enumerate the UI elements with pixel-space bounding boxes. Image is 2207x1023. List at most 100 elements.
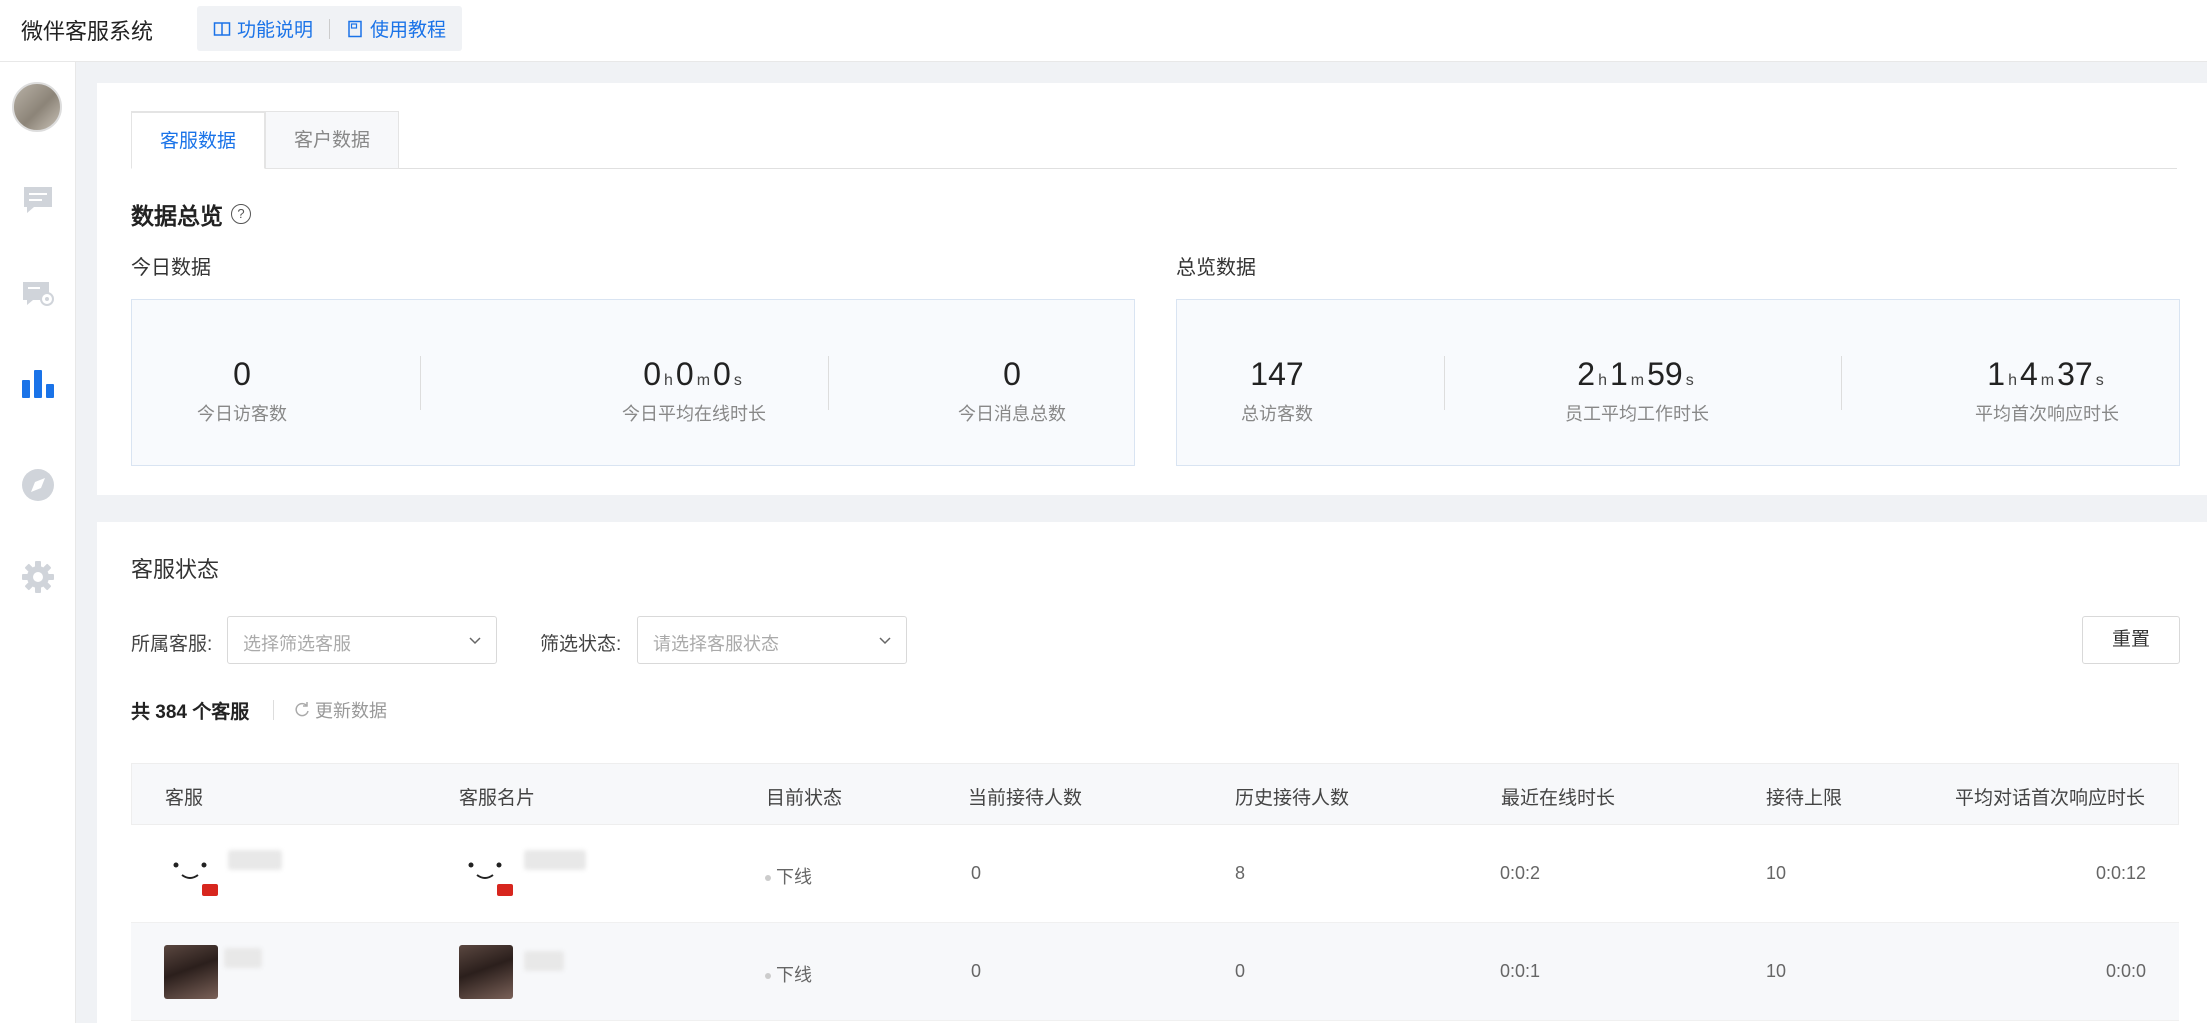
avg-work-time-stat: 2 h1 m59 s 员工平均工作时长 [1487,300,1787,467]
flag-icon [202,884,218,896]
reception-limit: 10 [1766,863,1787,883]
history-count: 0 [1235,961,1246,981]
total-visitors-label: 总访客数 [1241,404,1313,424]
feature-guide-link[interactable]: 功能说明 [213,15,313,42]
chevron-down-icon [879,637,891,645]
agent-filter-label: 所属客服: [131,634,213,655]
table-row[interactable]: 下线 0 0 0:0:1 10 0:0:0 [131,923,2179,1021]
column-header: 历史接待人数 [1235,788,1350,809]
refresh-icon [295,702,309,717]
current-count: 0 [971,863,982,883]
compass-icon[interactable] [20,467,56,503]
flag-icon [497,884,513,896]
agent-status-card: 客服状态 所属客服: 选择筛选客服 筛选状态: 请选择客服状态 重置 共 384… [97,522,2207,1023]
agent-status-title: 客服状态 [131,557,220,582]
column-header: 目前状态 [766,788,843,809]
card-avatar [459,945,513,999]
agent-filter-select[interactable]: 选择筛选客服 [227,616,497,664]
column-header: 当前接待人数 [968,788,1083,809]
refresh-button[interactable]: 更新数据 [293,697,387,723]
today-avg-online-label: 今日平均在线时长 [622,404,766,424]
sidebar [0,62,76,1023]
today-data-label: 今日数据 [131,257,211,279]
divider [420,356,421,410]
agent-count: 共 384 个客服 [131,702,250,723]
table-header: 客服 客服名片 目前状态 当前接待人数 历史接待人数 最近在线时长 接待上限 平… [131,763,2179,825]
reception-limit: 10 [1766,961,1787,981]
divider [828,356,829,410]
chat-icon[interactable] [20,182,56,218]
divider [273,700,274,720]
refresh-label: 更新数据 [315,701,387,721]
divider [329,18,331,39]
agent-status: 下线 [765,863,812,889]
table-row[interactable]: 下线 0 8 0:0:2 10 0:0:12 [131,825,2179,923]
status-filter-placeholder: 请选择客服状态 [653,634,779,654]
agent-status: 下线 [765,961,812,987]
card-name [524,850,586,870]
agent-name [228,850,282,870]
tutorial-link[interactable]: 使用教程 [346,15,446,42]
agent-name [224,948,262,968]
card-name [524,951,564,971]
today-avg-online-value: 0 h0 m0 s [643,356,742,392]
today-visitors-value: 0 [233,356,251,392]
history-count: 8 [1235,863,1246,883]
agent-avatar [164,945,218,999]
recent-online: 0:0:2 [1500,863,1541,883]
chevron-down-icon [469,637,481,645]
book-icon [213,21,231,36]
avg-response: 0:0:0 [2105,961,2146,981]
column-header: 接待上限 [1766,788,1843,809]
status-dot [765,973,771,980]
total-stats: 147 总访客数 2 h1 m59 s 员工平均工作时长 1 h4 m37 s 平均首次响应… [1176,299,2180,466]
avg-first-response-label: 平均首次响应时长 [1975,404,2119,424]
overview-title: 数据总览 ? [131,197,251,231]
avg-first-response-value: 1 h4 m37 s [1987,356,2104,392]
top-links: 功能说明 使用教程 [197,6,463,51]
reset-button[interactable]: 重置 [2082,616,2180,664]
column-header: 客服 [165,788,204,809]
today-avg-online-stat: 0 h0 m0 s 今日平均在线时长 [544,300,844,467]
today-messages-value: 0 [1003,356,1021,392]
agent-table: 客服 客服名片 目前状态 当前接待人数 历史接待人数 最近在线时长 接待上限 平… [131,763,2179,1021]
top-bar: 微伴客服系统 功能说明 使用教程 [0,0,2207,62]
feature-guide-label: 功能说明 [237,20,314,41]
app-title: 微伴客服系统 [21,19,154,44]
today-stats: 0 今日访客数 0 h0 m0 s 今日平均在线时长 0 今日消息总数 [131,299,1135,466]
status-filter-label: 筛选状态: [540,634,622,655]
avg-work-time-value: 2 h1 m59 s [1577,356,1694,392]
tab-agent-data[interactable]: 客服数据 [131,111,265,169]
today-messages-label: 今日消息总数 [958,404,1066,424]
total-data-label: 总览数据 [1176,257,1256,279]
avg-response: 0:0:12 [2095,863,2146,883]
column-header: 平均对话首次响应时长 [1954,788,2145,809]
tab-customer-data[interactable]: 客户数据 [265,111,399,169]
overview-title-text: 数据总览 [131,203,223,229]
avg-work-time-label: 员工平均工作时长 [1565,404,1709,424]
avg-first-response-stat: 1 h4 m37 s 平均首次响应时长 [1927,300,2167,467]
message-gear-icon[interactable] [20,275,56,311]
today-visitors-stat: 0 今日访客数 [172,300,312,467]
tutorial-label: 使用教程 [370,20,447,41]
divider [1444,356,1445,410]
current-count: 0 [971,961,982,981]
tutorial-icon [348,20,362,37]
tab-bar: 客服数据 客户数据 [131,111,2177,169]
bar-chart-icon[interactable] [20,366,56,402]
recent-online: 0:0:1 [1500,961,1541,981]
divider [1841,356,1842,410]
column-header: 客服名片 [459,788,536,809]
today-messages-stat: 0 今日消息总数 [942,300,1082,467]
overview-card: 客服数据 客户数据 数据总览 ? 今日数据 总览数据 0 今日访客数 0 h0 m0… [97,83,2207,495]
today-visitors-label: 今日访客数 [197,404,287,424]
agent-filter-placeholder: 选择筛选客服 [243,634,351,654]
total-visitors-value: 147 [1250,356,1304,392]
status-filter-select[interactable]: 请选择客服状态 [637,616,907,664]
help-icon[interactable]: ? [231,204,251,224]
status-dot [765,875,771,882]
gear-icon[interactable] [20,559,56,595]
avatar[interactable] [12,82,62,132]
total-visitors-stat: 147 总访客数 [1207,300,1347,467]
column-header: 最近在线时长 [1501,788,1616,809]
